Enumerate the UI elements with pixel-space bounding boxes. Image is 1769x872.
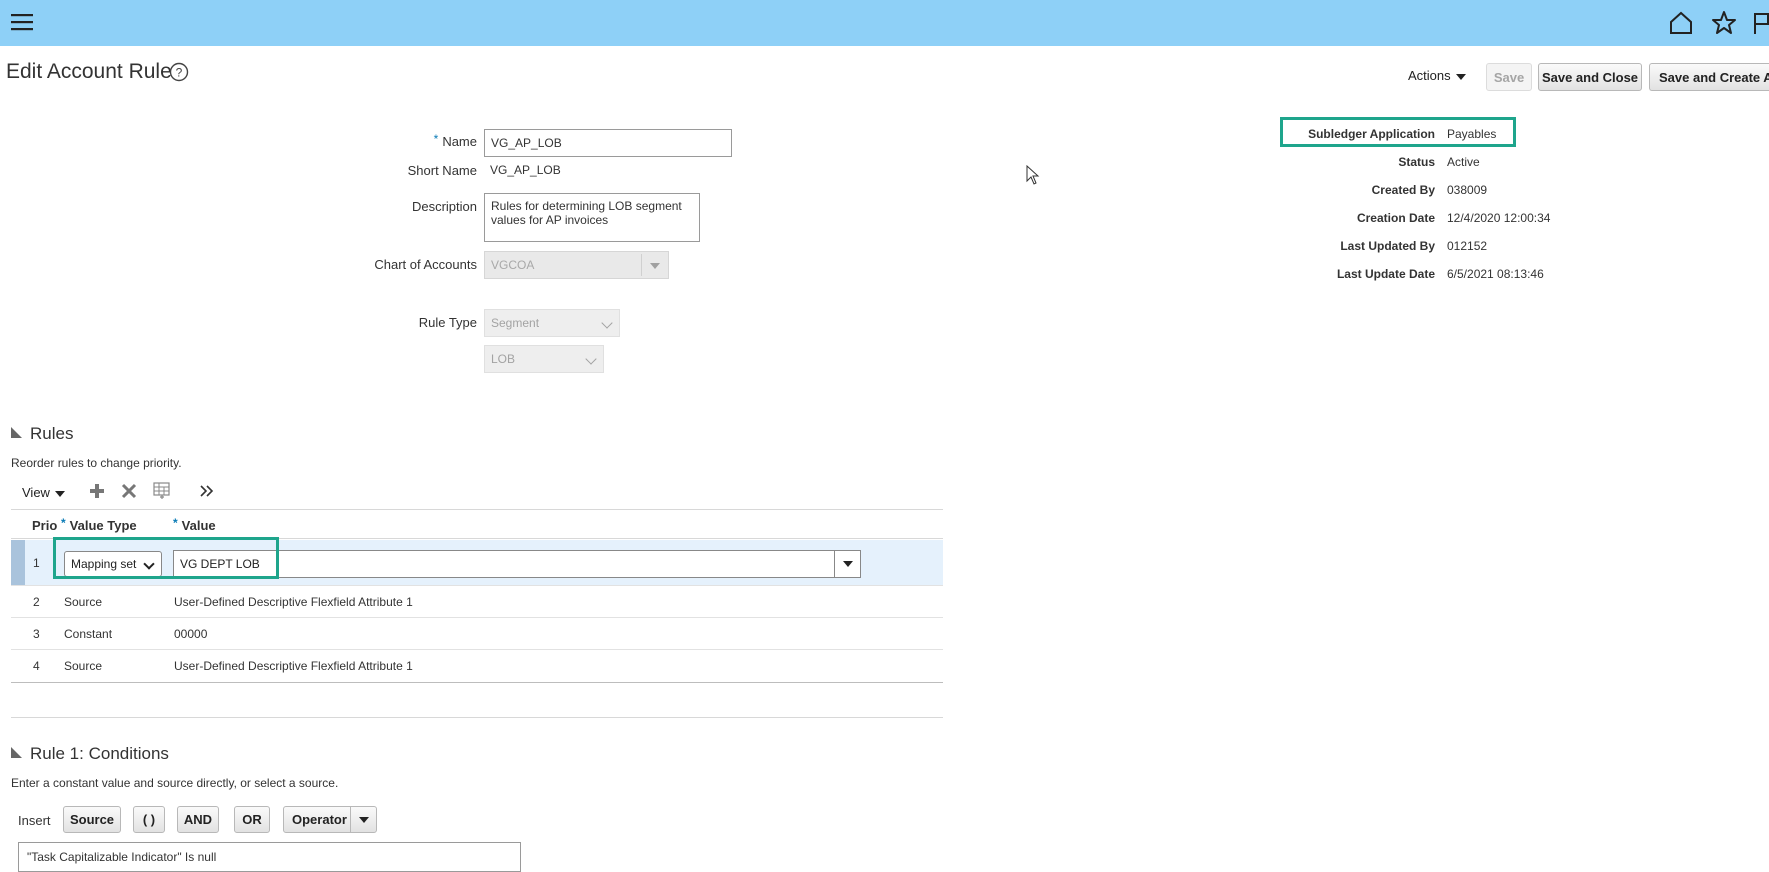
condition-expression-field[interactable]: "Task Capitalizable Indicator" Is null [18, 842, 521, 872]
chevron-down-icon [601, 317, 613, 329]
description-textarea[interactable]: Rules for determining LOB segment values… [484, 193, 700, 242]
conditions-hint: Enter a constant value and source direct… [11, 776, 339, 790]
row-value: User-Defined Descriptive Flexfield Attri… [174, 595, 413, 609]
save-button[interactable]: Save [1486, 63, 1532, 91]
chevron-down-icon [1455, 73, 1466, 80]
save-and-create-another-button[interactable]: Save and Create An [1649, 63, 1769, 91]
chart-of-accounts-value: VGCOA [491, 258, 535, 272]
menu-icon[interactable] [11, 12, 33, 32]
status-value: Active [1447, 155, 1480, 169]
short-name-label: Short Name [407, 163, 477, 178]
chevron-down-icon [350, 807, 376, 832]
actions-menu[interactable]: Actions [1408, 68, 1466, 83]
row-value-type: Source [64, 595, 103, 609]
row-value-type: Constant [64, 627, 113, 641]
last-update-date-value: 6/5/2021 08:13:46 [1447, 267, 1544, 281]
last-updated-by-label: Last Updated By [1340, 239, 1435, 253]
top-banner [0, 0, 1769, 46]
chart-of-accounts-label: Chart of Accounts [374, 257, 477, 272]
insert-label: Insert [18, 813, 51, 828]
table-row[interactable]: 2 Source User-Defined Descriptive Flexfi… [11, 586, 943, 618]
rules-section-header[interactable]: Rules [11, 424, 73, 444]
conditions-section-header[interactable]: Rule 1: Conditions [11, 744, 169, 764]
insert-parentheses-button[interactable]: ( ) [133, 806, 165, 833]
chevron-down-icon [585, 353, 597, 365]
creation-date-label: Creation Date [1356, 211, 1435, 225]
delete-icon[interactable] [121, 483, 137, 499]
rules-table-header: Prio * Value Type * Value [11, 509, 943, 539]
name-label: * Name [433, 132, 477, 149]
operator-menu-button[interactable]: Operator [283, 806, 377, 833]
help-icon[interactable]: ? [169, 62, 189, 82]
combo-dropdown-icon [641, 254, 666, 276]
section-divider [11, 717, 943, 718]
insert-or-button[interactable]: OR [234, 806, 270, 833]
chart-of-accounts-combo: VGCOA [484, 251, 669, 279]
segment-value: LOB [491, 352, 516, 366]
collapse-triangle-icon [11, 747, 22, 758]
svg-text:?: ? [176, 66, 183, 80]
segment-select: LOB [484, 345, 604, 373]
add-icon[interactable] [89, 483, 105, 499]
chevron-down-icon [54, 490, 65, 497]
mouse-cursor-icon [1026, 165, 1040, 185]
created-by-label: Created By [1371, 183, 1435, 197]
insert-and-button[interactable]: AND [177, 806, 219, 833]
last-update-date-label: Last Update Date [1336, 267, 1435, 281]
subledger-application-value: Payables [1447, 127, 1497, 141]
last-updated-by-value: 012152 [1447, 239, 1488, 253]
flag-icon[interactable] [1752, 10, 1769, 36]
conditions-heading: Rule 1: Conditions [30, 744, 169, 763]
created-by-value: 038009 [1447, 183, 1488, 197]
row-value: User-Defined Descriptive Flexfield Attri… [174, 659, 413, 673]
short-name-value: VG_AP_LOB [490, 163, 561, 177]
row-prio: 3 [33, 627, 40, 641]
rule-type-select: Segment [484, 309, 620, 337]
page-title: Edit Account Rule [6, 60, 172, 83]
collapse-triangle-icon [11, 427, 22, 438]
value-column-header[interactable]: * Value [173, 516, 216, 533]
rules-heading: Rules [30, 424, 74, 443]
name-input[interactable] [484, 129, 732, 157]
overflow-chevron-icon[interactable] [199, 484, 215, 498]
rules-hint: Reorder rules to change priority. [11, 456, 182, 470]
star-icon[interactable] [1711, 10, 1737, 36]
freeze-columns-icon[interactable] [153, 482, 171, 500]
home-icon[interactable] [1668, 10, 1694, 36]
row-selection-handle[interactable] [11, 540, 25, 585]
description-label: Description [411, 199, 477, 214]
operator-label: Operator [292, 812, 347, 827]
prio-column-header[interactable]: Prio [32, 518, 57, 533]
row-value-type: Source [64, 659, 103, 673]
row-prio: 4 [33, 659, 40, 673]
actions-label: Actions [1408, 68, 1451, 83]
table-row[interactable]: 3 Constant 00000 [11, 618, 943, 650]
creation-date-value: 12/4/2020 12:00:34 [1447, 211, 1551, 225]
view-label: View [22, 485, 50, 500]
row-prio: 1 [33, 556, 40, 570]
insert-source-button[interactable]: Source [63, 806, 121, 833]
row-value: 00000 [174, 627, 208, 641]
rule-type-value: Segment [491, 316, 540, 330]
rule-type-label: Rule Type [418, 315, 477, 330]
view-menu[interactable]: View [22, 485, 65, 500]
mapping-highlight-box [53, 537, 279, 579]
status-label: Status [1398, 155, 1435, 169]
value-type-column-header[interactable]: * Value Type [61, 516, 137, 533]
row-prio: 2 [33, 595, 40, 609]
table-row[interactable]: 4 Source User-Defined Descriptive Flexfi… [11, 650, 943, 683]
combo-dropdown-icon[interactable] [834, 551, 860, 577]
subledger-application-label: Subledger Application [1308, 127, 1435, 141]
save-and-close-button[interactable]: Save and Close [1538, 63, 1642, 91]
